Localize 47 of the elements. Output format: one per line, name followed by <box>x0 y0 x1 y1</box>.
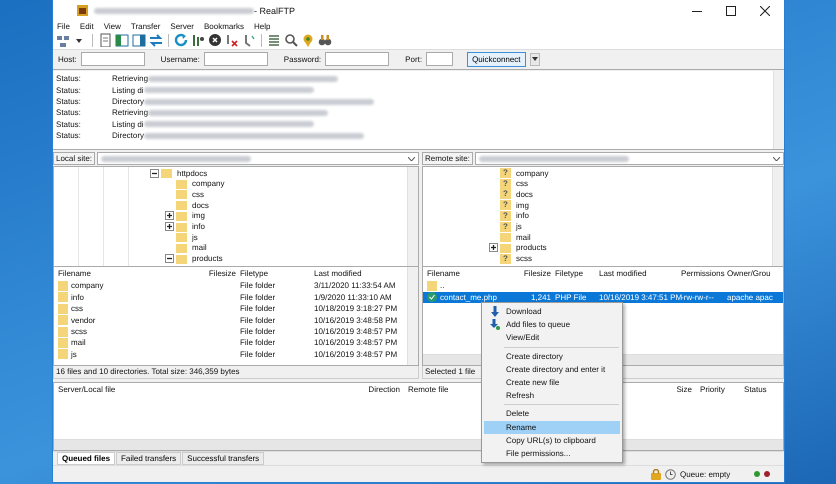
question-mark: ? <box>500 210 511 221</box>
table-cell: File folder <box>240 316 276 325</box>
table-cell: File folder <box>240 338 276 348</box>
question-mark: ? <box>500 254 511 264</box>
table-cell: File folder <box>240 292 276 302</box>
log-message: Directory <box>112 97 144 106</box>
table-cell: 10/18/2019 3:18:27 PM <box>314 304 398 314</box>
log-message: Retrieving <box>112 108 148 118</box>
question-mark: ? <box>500 168 511 178</box>
table-cell: 1,241 <box>530 292 551 302</box>
log-label: Status: <box>56 86 82 95</box>
table-cell: 3/11/2020 11:33:54 AM <box>314 281 396 290</box>
log-message: Listing di <box>112 86 144 95</box>
log-label: Status: <box>56 74 82 84</box>
field-label: Host: <box>58 54 77 64</box>
queue-status: Queue: empty <box>680 470 732 479</box>
window-title: - RealFTP <box>254 6 296 16</box>
field-label: Port: <box>405 54 422 64</box>
log-message: Listing di <box>112 120 144 129</box>
table-cell: File folder <box>240 350 276 359</box>
table-cell: -rw-rw-r-- <box>681 292 714 302</box>
site-label: Remote site: <box>422 152 473 166</box>
table-cell: 10/16/2019 3:47:51 PM <box>599 292 682 302</box>
table-cell: apache apac <box>727 292 773 302</box>
table-cell: 10/16/2019 3:48:57 PM <box>314 327 398 336</box>
field-label: Username: <box>160 54 200 64</box>
question-mark: ? <box>500 200 511 210</box>
question-mark: ? <box>500 178 511 189</box>
table-cell: 10/16/2019 3:48:57 PM <box>314 350 398 359</box>
log-label: Status: <box>56 97 82 106</box>
question-mark: ? <box>500 222 511 232</box>
question-mark: ? <box>500 189 511 200</box>
site-label: Local site: <box>53 152 96 166</box>
table-cell: PHP File <box>555 292 586 302</box>
field-label: Password: <box>284 54 322 64</box>
table-cell: 10/16/2019 3:48:57 PM <box>314 338 398 348</box>
table-cell: File folder <box>240 281 276 290</box>
table-cell: 1/9/2020 11:33:10 AM <box>314 292 392 302</box>
log-label: Status: <box>56 131 82 140</box>
log-label: Status: <box>56 120 82 129</box>
log-message: Retrieving <box>112 74 148 84</box>
log-message: Directory <box>112 131 144 140</box>
table-cell: 10/16/2019 3:48:58 PM <box>314 316 398 325</box>
status-text: 16 files and 10 directories. Total size: 346,359 bytes <box>53 366 419 379</box>
table-cell: File folder <box>240 304 276 314</box>
log-label: Status: <box>56 108 82 118</box>
table-cell: File folder <box>240 327 276 336</box>
